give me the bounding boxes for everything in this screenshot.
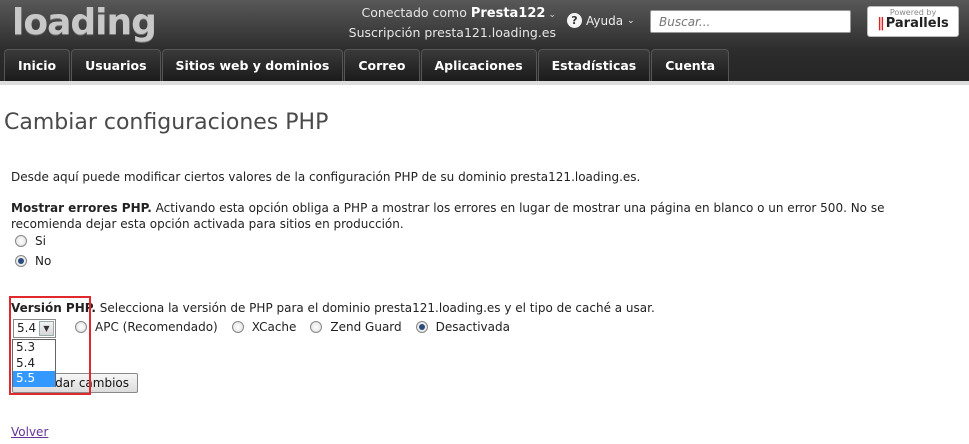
cache-option-zend[interactable]: Zend Guard bbox=[310, 320, 402, 334]
php-version-dropdown-list: 5.3 5.4 5.5 bbox=[12, 339, 56, 387]
errors-option-label: No bbox=[35, 254, 52, 268]
intro-text: Desde aquí puede modificar ciertos valor… bbox=[11, 170, 641, 184]
dropdown-option[interactable]: 5.3 bbox=[13, 340, 55, 356]
back-link[interactable]: Volver bbox=[11, 425, 48, 439]
radio-zend[interactable] bbox=[310, 321, 323, 333]
nav-tab-usuarios[interactable]: Usuarios bbox=[71, 49, 161, 81]
cache-option-desactivada[interactable]: Desactivada bbox=[415, 320, 510, 334]
chevron-down-icon: ⌄ bbox=[548, 10, 556, 20]
subscription-name: presta121.loading.es bbox=[424, 25, 556, 40]
php-heading: Versión PHP. bbox=[11, 301, 96, 315]
save-button-label: dar cambios bbox=[55, 376, 129, 390]
top-header: loading Conectado como Presta122 ⌄ Suscri… bbox=[0, 0, 969, 85]
errors-option-si[interactable]: Si bbox=[15, 234, 46, 248]
cache-option-xcache[interactable]: XCache bbox=[231, 320, 297, 334]
errors-heading: Mostrar errores PHP. bbox=[11, 201, 152, 215]
radio-si[interactable] bbox=[15, 235, 27, 247]
radio-no[interactable] bbox=[15, 255, 27, 267]
connected-label: Conectado como bbox=[361, 5, 467, 20]
errors-option-label: Si bbox=[35, 234, 46, 248]
radio-xcache[interactable] bbox=[231, 321, 244, 333]
chevron-down-icon: ⌄ bbox=[627, 15, 635, 26]
cache-option-label: Desactivada bbox=[435, 320, 510, 334]
nav-tab-estadisticas[interactable]: Estadísticas bbox=[537, 49, 651, 81]
user-info: Conectado como Presta122 ⌄ Suscripción pr… bbox=[300, 4, 556, 42]
parallels-logo: || Parallels bbox=[868, 16, 958, 31]
nav-tab-aplicaciones[interactable]: Aplicaciones bbox=[420, 49, 537, 81]
php-version-select[interactable]: 5.4 ▼ bbox=[13, 319, 56, 338]
nav-underbar bbox=[0, 81, 969, 85]
parallels-bars-icon: || bbox=[877, 16, 884, 31]
parallels-brand: Parallels bbox=[885, 16, 949, 31]
subscription-label: Suscripción bbox=[348, 25, 421, 40]
dropdown-option-highlighted[interactable]: 5.5 bbox=[13, 371, 55, 387]
php-text: Selecciona la versión de PHP para el dom… bbox=[99, 301, 655, 315]
connected-as-row[interactable]: Conectado como Presta122 ⌄ bbox=[300, 4, 556, 24]
help-menu[interactable]: ? Ayuda ⌄ bbox=[567, 13, 635, 28]
powered-by-badge[interactable]: Powered by || Parallels bbox=[867, 6, 959, 37]
radio-desactivada[interactable] bbox=[415, 321, 428, 333]
nav-tab-sitios[interactable]: Sitios web y dominios bbox=[161, 49, 344, 81]
logo[interactable]: loading bbox=[12, 2, 157, 43]
cache-option-label: APC (Recomendado) bbox=[95, 320, 218, 334]
cache-option-label: Zend Guard bbox=[330, 320, 402, 334]
cache-options: APC (Recomendado) XCache Zend Guard Desa… bbox=[75, 320, 516, 334]
nav-tab-cuenta[interactable]: Cuenta bbox=[651, 49, 730, 81]
dropdown-arrow-icon[interactable]: ▼ bbox=[39, 321, 54, 336]
search-input[interactable] bbox=[650, 10, 851, 33]
php-selected-value: 5.4 bbox=[17, 321, 37, 335]
radio-apc[interactable] bbox=[75, 321, 87, 333]
dropdown-option[interactable]: 5.4 bbox=[13, 356, 55, 372]
php-version-description: Versión PHP. Selecciona la versión de PH… bbox=[11, 301, 655, 315]
cache-option-label: XCache bbox=[251, 320, 297, 334]
errors-option-no[interactable]: No bbox=[15, 254, 51, 268]
nav-tab-correo[interactable]: Correo bbox=[344, 49, 420, 81]
page-title: Cambiar configuraciones PHP bbox=[4, 110, 329, 135]
cache-option-apc[interactable]: APC (Recomendado) bbox=[75, 320, 218, 334]
nav-tab-inicio[interactable]: Inicio bbox=[4, 49, 71, 81]
help-label: Ayuda bbox=[586, 13, 624, 28]
main-nav: Inicio Usuarios Sitios web y dominios Co… bbox=[4, 49, 730, 81]
errors-description: Mostrar errores PHP. Activando esta opci… bbox=[11, 200, 951, 232]
subscription-row: Suscripción presta121.loading.es bbox=[300, 24, 556, 42]
username: Presta122 bbox=[470, 6, 546, 21]
help-icon: ? bbox=[567, 13, 582, 28]
